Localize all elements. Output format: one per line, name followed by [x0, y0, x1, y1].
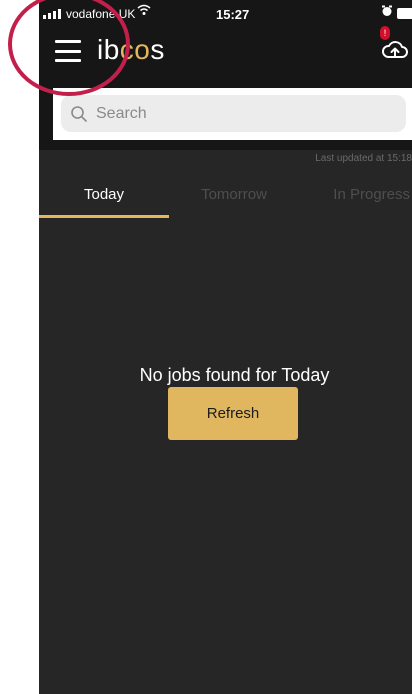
alarm-icon [381, 5, 393, 20]
status-time: 15:27 [216, 7, 250, 22]
tab-in-progress[interactable]: In Progress [299, 170, 412, 218]
app-header: vodafone UK 15:27 ibcos ! [39, 0, 412, 150]
phone-screen: vodafone UK 15:27 ibcos ! Search Last up… [39, 0, 412, 694]
battery-icon [397, 8, 412, 19]
search-container [53, 88, 412, 140]
refresh-button[interactable]: Refresh [168, 387, 298, 440]
tab-today[interactable]: Today [39, 170, 169, 218]
tab-tomorrow[interactable]: Tomorrow [169, 170, 299, 218]
status-bar: vodafone UK 15:27 [39, 0, 412, 26]
carrier-name: vodafone UK [66, 7, 136, 21]
day-tabs: Today Tomorrow In Progress [39, 170, 412, 218]
last-updated-text: Last updated at 15:18 [315, 153, 412, 164]
cloud-upload-icon[interactable] [381, 38, 409, 62]
search-icon [71, 105, 87, 122]
search-input[interactable] [94, 103, 398, 124]
notification-badge: ! [380, 26, 390, 40]
search-bar[interactable] [61, 95, 406, 132]
signal-icon [43, 9, 61, 19]
ibcos-logo: ibcos [97, 34, 165, 65]
wifi-icon [137, 4, 151, 19]
empty-state-message: No jobs found for Today [139, 365, 330, 385]
hamburger-menu-icon[interactable] [55, 40, 81, 62]
